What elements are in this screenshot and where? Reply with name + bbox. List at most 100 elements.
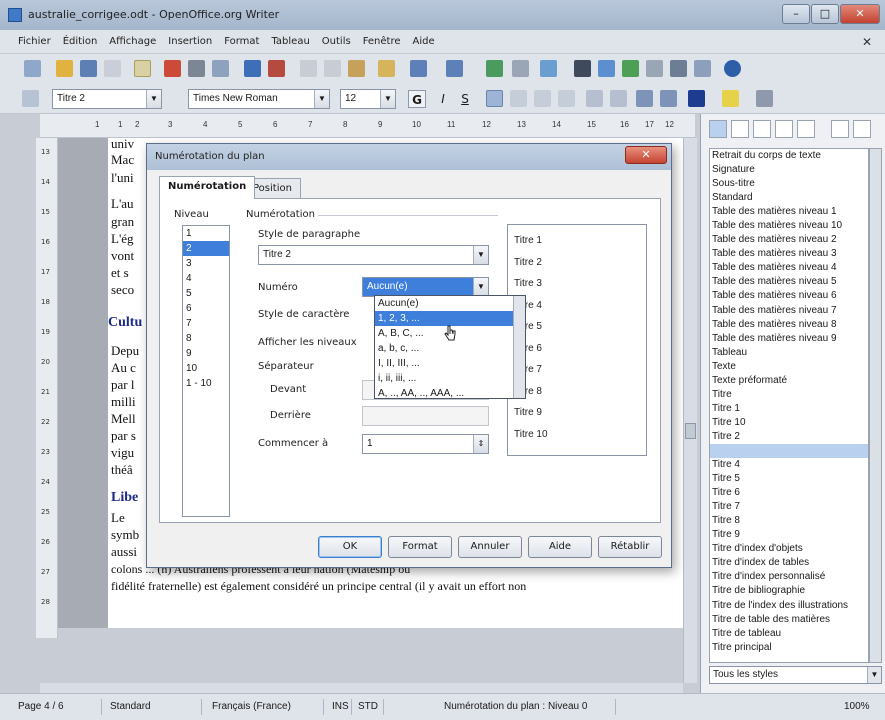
style-list-item[interactable]: Titre de tableau <box>710 627 868 641</box>
font-color-icon[interactable] <box>688 90 705 107</box>
style-list-item[interactable]: Table des matières niveau 7 <box>710 304 868 318</box>
styles-list[interactable]: Retrait du corps de texte Signature Sous-t… <box>709 148 869 663</box>
italic-button[interactable]: I <box>434 90 452 108</box>
number-option[interactable]: A, .., AA, .., AAA, ... <box>375 386 525 401</box>
redo-icon[interactable] <box>446 60 463 77</box>
chevron-down-icon[interactable]: ▼ <box>314 90 329 108</box>
status-selection-mode[interactable]: STD <box>354 699 384 715</box>
level-list-item[interactable]: 1 - 10 <box>183 376 229 391</box>
style-list-item[interactable]: Titre 4 <box>710 458 868 472</box>
style-list-item[interactable]: Signature <box>710 163 868 177</box>
style-list-item[interactable]: Standard <box>710 191 868 205</box>
style-list-item[interactable]: Table des matières niveau 9 <box>710 332 868 346</box>
edit-file-icon[interactable] <box>134 60 151 77</box>
chevron-down-icon[interactable]: ▼ <box>146 90 161 108</box>
maximize-button[interactable]: □ <box>811 4 839 24</box>
scrollbar-thumb[interactable] <box>685 423 696 439</box>
menu-aide[interactable]: Aide <box>407 30 441 54</box>
style-list-item[interactable]: Table des matières niveau 2 <box>710 233 868 247</box>
menu-format[interactable]: Format <box>218 30 265 54</box>
style-list-item[interactable]: Titre de bibliographie <box>710 584 868 598</box>
menu-fenetre[interactable]: Fenêtre <box>357 30 407 54</box>
cancel-button[interactable]: Annuler <box>458 536 522 558</box>
save-icon[interactable] <box>80 60 97 77</box>
justify-icon[interactable] <box>558 90 575 107</box>
document-vertical-scrollbar[interactable] <box>683 138 697 683</box>
open-folder-icon[interactable] <box>56 60 73 77</box>
nonprinting-chars-icon[interactable] <box>670 60 687 77</box>
style-list-item[interactable]: Sous-titre <box>710 177 868 191</box>
tab-numerotation[interactable]: Numérotation <box>159 176 256 199</box>
document-horizontal-scrollbar[interactable] <box>40 683 683 693</box>
new-document-icon[interactable] <box>24 60 41 77</box>
after-input[interactable] <box>362 406 489 426</box>
level-list-item[interactable]: 10 <box>183 361 229 376</box>
background-color-icon[interactable] <box>756 90 773 107</box>
style-list-item[interactable]: Table des matières niveau 5 <box>710 275 868 289</box>
style-list-item[interactable]: Titre 8 <box>710 514 868 528</box>
list-styles-icon[interactable] <box>797 120 815 138</box>
new-style-icon[interactable] <box>853 120 871 138</box>
close-button[interactable]: ✕ <box>840 4 880 24</box>
style-list-item[interactable]: Table des matières niveau 8 <box>710 318 868 332</box>
export-pdf-icon[interactable] <box>164 60 181 77</box>
style-list-item[interactable]: Titre 2 <box>710 430 868 444</box>
paragraph-styles-icon[interactable] <box>709 120 727 138</box>
status-page-style[interactable]: Standard <box>106 699 202 715</box>
menu-insertion[interactable]: Insertion <box>162 30 218 54</box>
level-list-item[interactable]: 6 <box>183 301 229 316</box>
number-option[interactable]: Aucun(e) <box>375 296 525 311</box>
font-size-combo[interactable]: 12 ▼ <box>340 89 396 109</box>
chevron-down-icon[interactable]: ▼ <box>380 90 395 108</box>
paragraph-style-select[interactable]: Titre 2 ▼ <box>258 245 489 265</box>
hyperlink-icon[interactable] <box>486 60 503 77</box>
level-list-item[interactable]: 3 <box>183 256 229 271</box>
undo-icon[interactable] <box>410 60 427 77</box>
fill-format-icon[interactable] <box>831 120 849 138</box>
underline-button[interactable]: S <box>456 90 474 108</box>
style-list-item[interactable]: Titre d'index personnalisé <box>710 570 868 584</box>
style-list-item[interactable]: Titre 9 <box>710 528 868 542</box>
chevron-down-icon[interactable]: ▼ <box>473 246 488 264</box>
level-list-item[interactable]: 4 <box>183 271 229 286</box>
find-replace-icon[interactable] <box>574 60 591 77</box>
align-right-icon[interactable] <box>534 90 551 107</box>
increase-indent-icon[interactable] <box>660 90 677 107</box>
style-list-item[interactable]: Titre 3 <box>710 443 868 459</box>
gallery-icon[interactable] <box>622 60 639 77</box>
style-list-item[interactable]: Table des matières niveau 4 <box>710 261 868 275</box>
datasources-icon[interactable] <box>646 60 663 77</box>
zoom-icon[interactable] <box>694 60 711 77</box>
dialog-close-button[interactable]: ✕ <box>625 146 667 164</box>
reset-button[interactable]: Rétablir <box>598 536 662 558</box>
style-list-item[interactable]: Table des matières niveau 10 <box>710 219 868 233</box>
table-icon[interactable] <box>512 60 529 77</box>
style-list-item[interactable]: Titre de table des matières <box>710 613 868 627</box>
style-list-item[interactable]: Titre 5 <box>710 472 868 486</box>
level-list-item[interactable]: 8 <box>183 331 229 346</box>
number-select[interactable]: Aucun(e) ▼ <box>362 277 489 297</box>
styles-list-scrollbar[interactable] <box>869 148 882 663</box>
style-list-item[interactable]: Titre de l'index des illustrations <box>710 599 868 613</box>
level-list-item[interactable]: 7 <box>183 316 229 331</box>
start-at-stepper[interactable]: 1 ⇕ <box>362 434 489 454</box>
paste-icon[interactable] <box>348 60 365 77</box>
spellcheck-icon[interactable] <box>244 60 261 77</box>
email-icon[interactable] <box>104 60 121 77</box>
style-list-item[interactable]: Titre 6 <box>710 486 868 500</box>
style-list-item[interactable]: Titre principal <box>710 641 868 655</box>
spin-arrows-icon[interactable]: ⇕ <box>473 435 488 453</box>
copy-icon[interactable] <box>324 60 341 77</box>
align-left-icon[interactable] <box>486 90 503 107</box>
paragraph-style-combo[interactable]: Titre 2 ▼ <box>52 89 162 109</box>
font-name-combo[interactable]: Times New Roman ▼ <box>188 89 330 109</box>
vertical-ruler[interactable]: 13 14 15 16 17 18 19 20 21 22 23 24 25 2… <box>36 138 58 638</box>
character-styles-icon[interactable] <box>731 120 749 138</box>
style-list-item[interactable]: Titre 1 <box>710 402 868 416</box>
navigator-icon[interactable] <box>598 60 615 77</box>
chevron-down-icon[interactable]: ▼ <box>473 278 488 296</box>
ok-button[interactable]: OK <box>318 536 382 558</box>
show-draw-functions-icon[interactable] <box>540 60 557 77</box>
style-list-item[interactable]: Table des matières niveau 1 <box>710 205 868 219</box>
bullets-icon[interactable] <box>610 90 627 107</box>
